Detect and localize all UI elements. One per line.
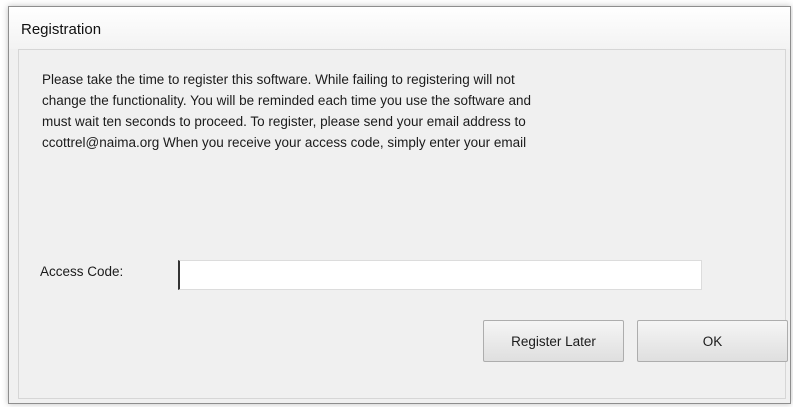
registration-message: Please take the time to register this so… bbox=[42, 69, 722, 153]
window-title: Registration bbox=[21, 21, 102, 38]
access-code-label: Access Code: bbox=[40, 264, 124, 279]
register-later-button[interactable]: Register Later bbox=[483, 320, 624, 362]
title-bar[interactable]: Registration bbox=[9, 7, 790, 49]
message-line: Please take the time to register this so… bbox=[42, 72, 515, 87]
message-line: ccottrel@naima.org When you receive your… bbox=[42, 135, 527, 150]
ok-button[interactable]: OK bbox=[637, 320, 788, 362]
registration-dialog: Registration Please take the time to reg… bbox=[8, 6, 791, 404]
message-line: change the functionality. You will be re… bbox=[42, 93, 532, 108]
access-code-input[interactable] bbox=[178, 260, 702, 290]
message-line: must wait ten seconds to proceed. To reg… bbox=[42, 114, 526, 129]
dialog-body: Please take the time to register this so… bbox=[18, 49, 788, 399]
